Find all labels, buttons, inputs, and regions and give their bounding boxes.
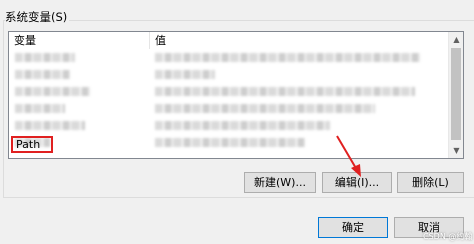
column-header-value[interactable]: 值 <box>150 32 449 49</box>
blurred-variable-value <box>155 104 375 113</box>
delete-button[interactable]: 删除(L) <box>397 172 464 193</box>
ok-button[interactable]: 确定 <box>318 217 388 238</box>
new-button[interactable]: 新建(W)... <box>244 172 316 193</box>
system-variables-list[interactable]: 变量 值 Path ▲ ▼ <box>8 31 464 159</box>
list-rows <box>9 49 449 158</box>
blurred-variable-value <box>155 138 305 147</box>
scroll-down-icon[interactable]: ▼ <box>449 143 463 158</box>
scrollbar-thumb[interactable] <box>451 48 461 140</box>
table-row[interactable] <box>9 66 449 83</box>
blurred-variable-value <box>155 121 330 130</box>
table-row[interactable] <box>9 83 449 100</box>
scroll-up-icon[interactable]: ▲ <box>449 32 463 47</box>
path-highlight-annotation <box>11 136 53 153</box>
blurred-variable-name <box>15 87 90 96</box>
table-row[interactable] <box>9 49 449 66</box>
blurred-variable-name <box>15 104 65 113</box>
vertical-scrollbar[interactable]: ▲ ▼ <box>448 32 463 158</box>
column-header-variable[interactable]: 变量 <box>9 32 150 49</box>
blurred-variable-name <box>15 53 75 62</box>
edit-button[interactable]: 编辑(I)... <box>322 172 392 193</box>
blurred-variable-value <box>155 53 420 62</box>
table-row[interactable] <box>9 117 449 134</box>
table-row[interactable] <box>9 134 449 151</box>
watermark: CSDN @约翰 <box>423 232 473 241</box>
blurred-variable-name <box>15 70 70 79</box>
list-header: 变量 值 <box>9 32 449 49</box>
blurred-variable-value <box>155 87 415 96</box>
blurred-variable-name <box>15 121 85 130</box>
system-variables-title: 系统变量(S) <box>5 9 70 25</box>
blurred-variable-value <box>155 70 215 79</box>
table-row[interactable] <box>9 100 449 117</box>
